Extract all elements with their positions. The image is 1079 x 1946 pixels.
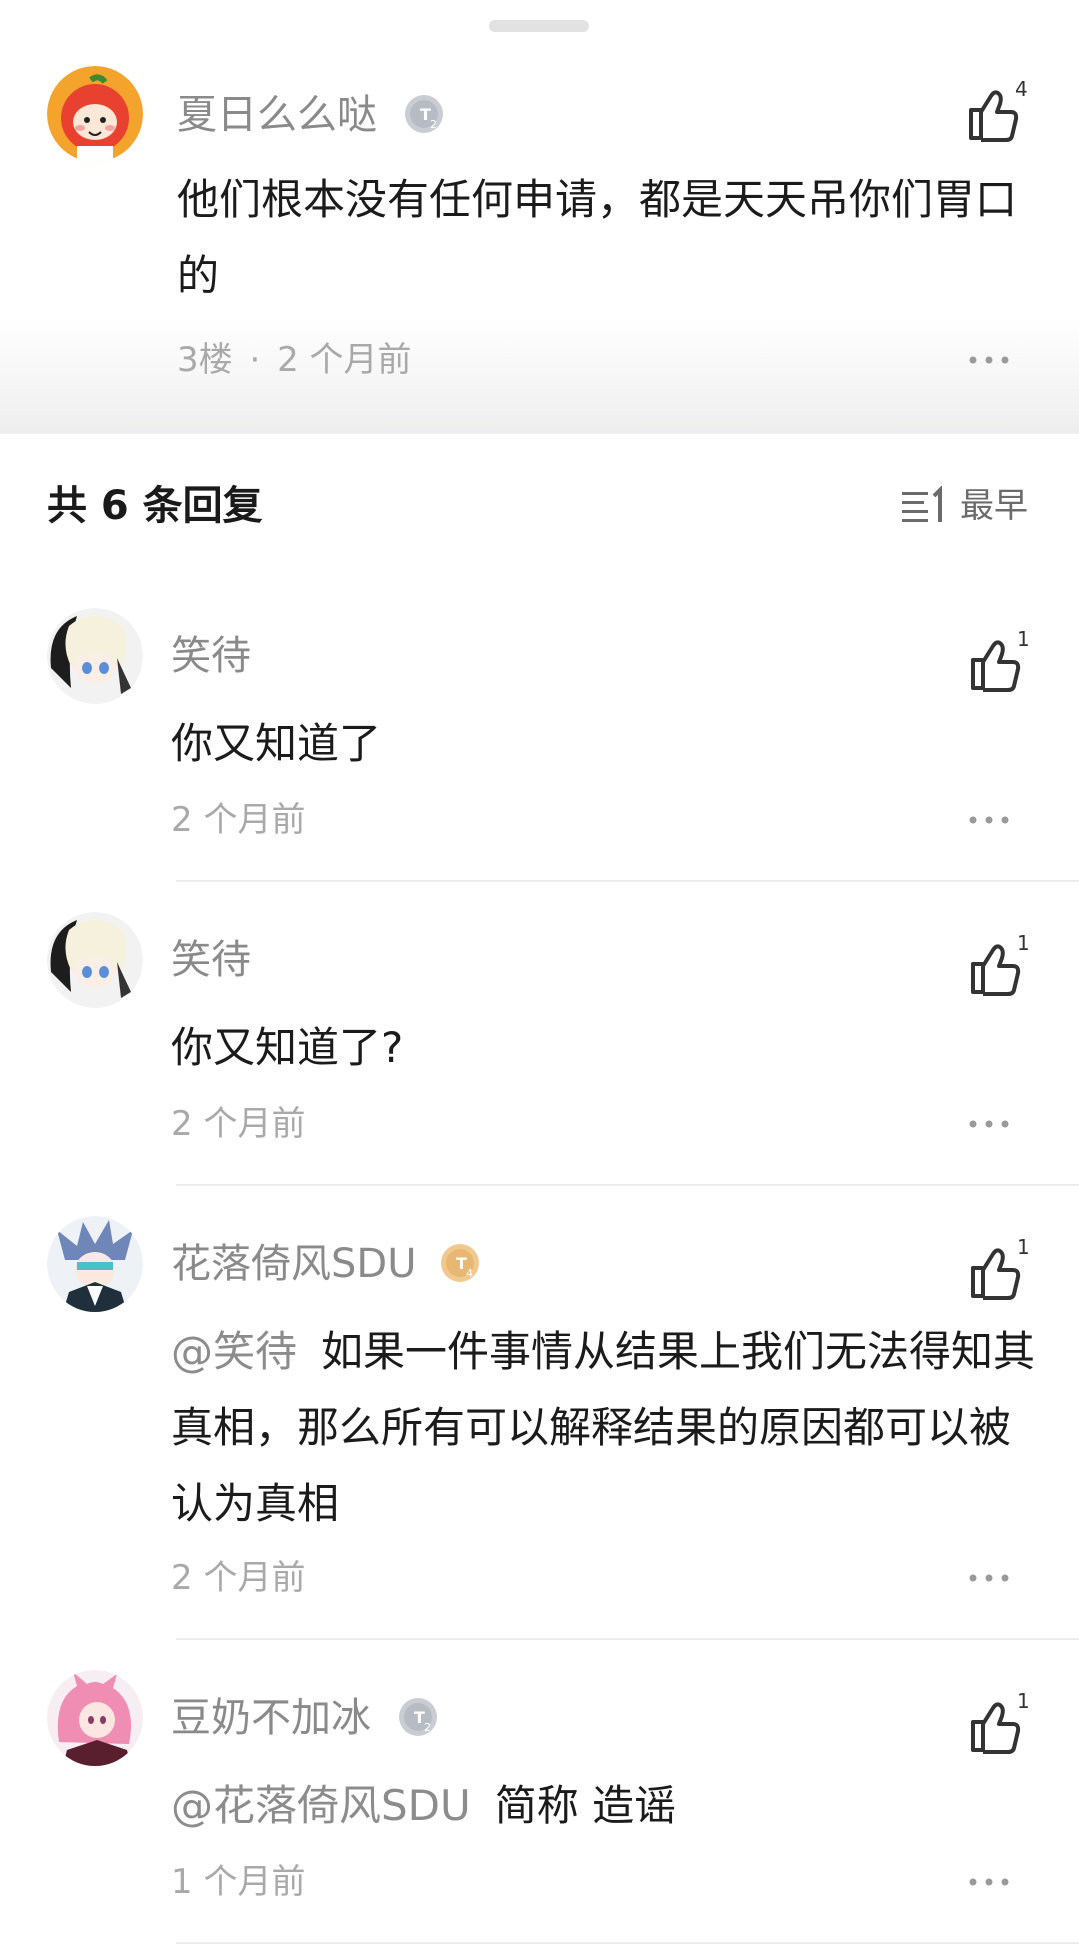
like-count: 1 [1017,1689,1030,1713]
reply-time: 2 个月前 [171,1558,306,1598]
username[interactable]: 笑待 [171,632,251,680]
avatar[interactable] [47,1670,143,1766]
reply-time: 2 个月前 [171,1104,306,1144]
avatar[interactable] [47,66,143,162]
username[interactable]: 夏日么么哒 [177,91,377,139]
more-dots-icon[interactable] [964,812,1014,826]
level-badge-icon: T 2 [398,1697,438,1737]
like-count: 1 [1017,1235,1030,1259]
reply-text: 如果一件事情从结果上我们无法得知其真相，那么所有可以解释结果的原因都可以被认为真… [171,1327,1036,1528]
post-meta: 3楼 · 2 个月前 [177,340,412,380]
username[interactable]: 笑待 [171,936,251,984]
mention-link[interactable]: @花落倚风SDU [171,1781,471,1830]
reply-text: 你又知道了 [171,719,382,768]
more-dots-icon[interactable] [964,1874,1014,1888]
comment-sheet: 夏日么么哒 T 2 4 他们根本没有任何申请，都是天天吊你们胃口的 3楼 · 2… [0,0,1079,1946]
more-dots-icon[interactable] [964,1570,1014,1584]
sort-label: 最早 [960,486,1028,526]
reply-content: 你又知道了 [171,706,1031,782]
reply-content: @笑待 如果一件事情从结果上我们无法得知其真相，那么所有可以解释结果的原因都可以被… [171,1314,1037,1542]
svg-text:2: 2 [430,118,437,131]
replies-count-title: 共 6 条回复 [47,483,263,529]
meta-separator: · [249,340,261,380]
post-time: 2 个月前 [277,340,412,380]
thumbs-up-icon[interactable] [963,634,1023,694]
reply-time: 1 个月前 [171,1862,306,1902]
thumbs-up-icon[interactable] [963,938,1023,998]
post-content: 他们根本没有任何申请，都是天天吊你们胃口的 [177,175,1018,300]
reply-text: 你又知道了? [171,1023,404,1072]
avatar[interactable] [47,1216,143,1312]
thumbs-up-icon[interactable] [961,84,1021,144]
avatar[interactable] [47,608,143,704]
mention-link[interactable]: @笑待 [171,1327,297,1376]
svg-text:2: 2 [424,1721,431,1734]
level-badge-icon: T 4 [440,1243,480,1283]
level-badge-icon: T 2 [404,94,444,134]
like-count: 1 [1017,627,1030,651]
sort-order-icon [900,485,948,526]
floor-number: 3楼 [177,340,233,380]
drag-handle[interactable] [489,20,589,32]
username[interactable]: 花落倚风SDU [171,1240,416,1288]
more-dots-icon[interactable] [964,352,1014,366]
divider [176,880,1079,882]
reply-content: @花落倚风SDU 简称 造谣 [171,1768,1037,1844]
like-count: 1 [1017,931,1030,955]
svg-text:4: 4 [466,1267,473,1280]
reply-text: 简称 造谣 [494,1781,677,1830]
divider [176,1942,1079,1944]
thumbs-up-icon[interactable] [963,1696,1023,1756]
reply-time: 2 个月前 [171,800,306,840]
more-dots-icon[interactable] [964,1116,1014,1130]
divider [176,1638,1079,1640]
thumbs-up-icon[interactable] [963,1242,1023,1302]
avatar[interactable] [47,912,143,1008]
like-count: 4 [1015,77,1028,101]
reply-content: 你又知道了? [171,1010,1031,1086]
divider [176,1184,1079,1186]
username[interactable]: 豆奶不加冰 [171,1694,371,1742]
